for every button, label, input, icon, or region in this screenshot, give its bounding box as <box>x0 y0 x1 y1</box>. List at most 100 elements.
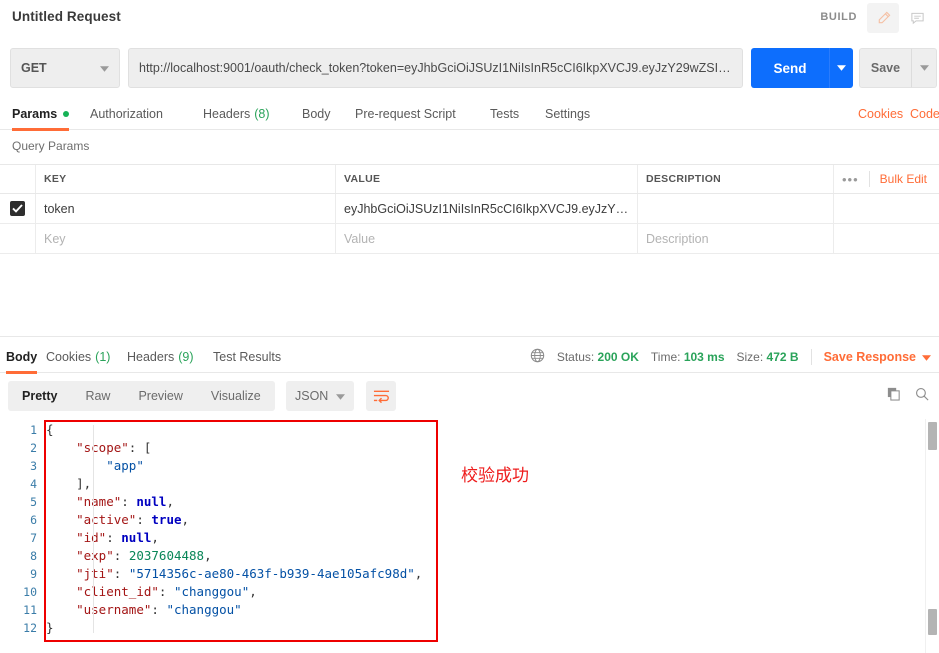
tab-prerequest-script[interactable]: Pre-request Script <box>355 98 456 130</box>
comment-icon[interactable] <box>901 3 933 33</box>
code-link[interactable]: Code <box>910 98 939 130</box>
cookies-link[interactable]: Cookies <box>858 98 903 130</box>
url-bar: GET http://localhost:9001/oauth/check_to… <box>0 44 939 92</box>
table-row[interactable]: token eyJhbGciOiJSUzI1NiIsInR5cCI6IkpXVC… <box>0 194 939 224</box>
tab-headers[interactable]: Headers (8) <box>203 98 270 130</box>
new-param-key-input[interactable]: Key <box>36 224 336 253</box>
response-body-toolbar: Pretty Raw Preview Visualize JSON <box>0 379 939 415</box>
code-token: : <box>106 530 122 545</box>
code-token: , <box>204 548 212 563</box>
line-number: 9 <box>30 567 37 581</box>
code-token: 2037604488 <box>128 548 205 563</box>
tab-params[interactable]: Params <box>12 98 70 131</box>
postman-window: Untitled Request BUILD GET http://localh… <box>0 0 939 653</box>
tab-label: Headers <box>203 107 251 121</box>
status-key: Status: <box>556 350 595 364</box>
code-token: : <box>151 602 167 617</box>
view-mode-raw[interactable]: Raw <box>71 381 124 411</box>
url-input[interactable]: http://localhost:9001/oauth/check_token?… <box>128 48 743 88</box>
table-row-placeholder[interactable]: Key Value Description <box>0 224 939 254</box>
pane-divider[interactable] <box>0 336 939 337</box>
build-label: BUILD <box>820 11 857 23</box>
response-body-code[interactable]: 1 2 3 4 5 6 7 8 9 10 11 12 { "scope": [ "app" ], "n… <box>0 416 939 653</box>
scrollbar-thumb-secondary[interactable] <box>928 609 937 635</box>
code-token: null <box>121 530 152 545</box>
search-icon[interactable] <box>915 387 929 406</box>
code-line: } <box>46 619 422 637</box>
time-key: Time: <box>650 350 681 364</box>
copy-icon[interactable] <box>887 387 901 406</box>
send-options-chevron-down-icon[interactable] <box>829 48 853 88</box>
code-line: "jti": "5714356c-ae80-463f-b939-4ae105af… <box>46 565 422 583</box>
tab-tests[interactable]: Tests <box>490 98 519 130</box>
checkbox-icon[interactable] <box>10 201 25 216</box>
word-wrap-icon[interactable] <box>366 381 396 411</box>
column-header-value: VALUE <box>336 165 638 193</box>
response-tab-cookies[interactable]: Cookies (1) <box>46 341 110 373</box>
param-key-input[interactable]: token <box>36 194 336 223</box>
new-param-value-input[interactable]: Value <box>336 224 638 253</box>
tab-body[interactable]: Body <box>302 98 331 130</box>
code-token: , <box>249 584 257 599</box>
body-toolbar-right-icons <box>887 381 929 411</box>
url-text: http://localhost:9001/oauth/check_token?… <box>139 61 732 75</box>
page-title: Untitled Request <box>12 9 121 24</box>
param-description-input[interactable] <box>638 194 834 223</box>
tab-count: (9) <box>178 350 194 364</box>
save-options-chevron-down-icon[interactable] <box>911 48 937 88</box>
code-token: "client_id" <box>76 584 159 599</box>
view-mode-preview[interactable]: Preview <box>124 381 196 411</box>
code-line: "name": null, <box>46 493 422 511</box>
tab-settings[interactable]: Settings <box>545 98 590 130</box>
view-mode-visualize[interactable]: Visualize <box>197 381 275 411</box>
json-code-content[interactable]: { "scope": [ "app" ], "name": null, "act… <box>46 416 422 637</box>
status-badge: 200 OK <box>597 350 639 364</box>
tab-authorization[interactable]: Authorization <box>90 98 163 130</box>
response-tab-test-results[interactable]: Test Results <box>213 341 281 373</box>
tab-label: Cookies <box>46 350 92 364</box>
send-button[interactable]: Send <box>751 48 829 88</box>
response-tab-body[interactable]: Body <box>6 341 38 374</box>
code-token: , <box>166 494 174 509</box>
code-token: "exp" <box>76 548 114 563</box>
select-all-cell <box>0 165 36 193</box>
tab-label: Body <box>6 350 38 364</box>
unsaved-dot-icon <box>63 111 70 117</box>
bulk-edit-button[interactable]: Bulk Edit <box>880 172 927 186</box>
code-line: "active": true, <box>46 511 422 529</box>
new-param-description-input[interactable]: Description <box>638 224 834 253</box>
response-tab-headers[interactable]: Headers (9) <box>127 341 194 373</box>
row-checkbox-cell-empty[interactable] <box>0 224 36 253</box>
format-select[interactable]: JSON <box>286 381 354 411</box>
http-method-select[interactable]: GET <box>10 48 120 88</box>
line-number: 3 <box>30 459 37 473</box>
line-number: 7 <box>30 531 37 545</box>
view-mode-pretty[interactable]: Pretty <box>8 381 71 411</box>
scrollbar-thumb[interactable] <box>928 422 937 450</box>
code-token: "id" <box>76 530 107 545</box>
code-line: "username": "changgou" <box>46 601 422 619</box>
save-button[interactable]: Save <box>859 48 911 88</box>
annotation-text: 校验成功 <box>461 466 529 486</box>
code-token: { <box>46 422 54 437</box>
row-checkbox-cell[interactable] <box>0 194 36 223</box>
chevron-down-icon <box>336 389 346 403</box>
code-token: : <box>113 566 129 581</box>
tab-count: (1) <box>95 350 111 364</box>
save-response-button[interactable]: Save Response <box>824 350 931 364</box>
column-header-key: KEY <box>36 165 336 193</box>
http-method-value: GET <box>21 61 47 75</box>
request-tabs: Params Authorization Headers (8) Body Pr… <box>0 98 939 131</box>
ellipsis-icon[interactable]: ••• <box>842 173 859 186</box>
pencil-icon[interactable] <box>867 3 899 33</box>
param-value-input[interactable]: eyJhbGciOiJSUzI1NiIsInR5cCI6IkpXVCJ9.eyJ… <box>336 194 638 223</box>
size-text: Size: 472 B <box>737 350 799 364</box>
code-token: , <box>151 530 159 545</box>
code-token: , <box>181 512 190 527</box>
code-token: } <box>46 620 54 635</box>
tab-count: (8) <box>254 107 270 121</box>
code-token: : <box>158 584 174 599</box>
code-token: "jti" <box>76 566 114 581</box>
line-number: 1 <box>30 423 37 437</box>
